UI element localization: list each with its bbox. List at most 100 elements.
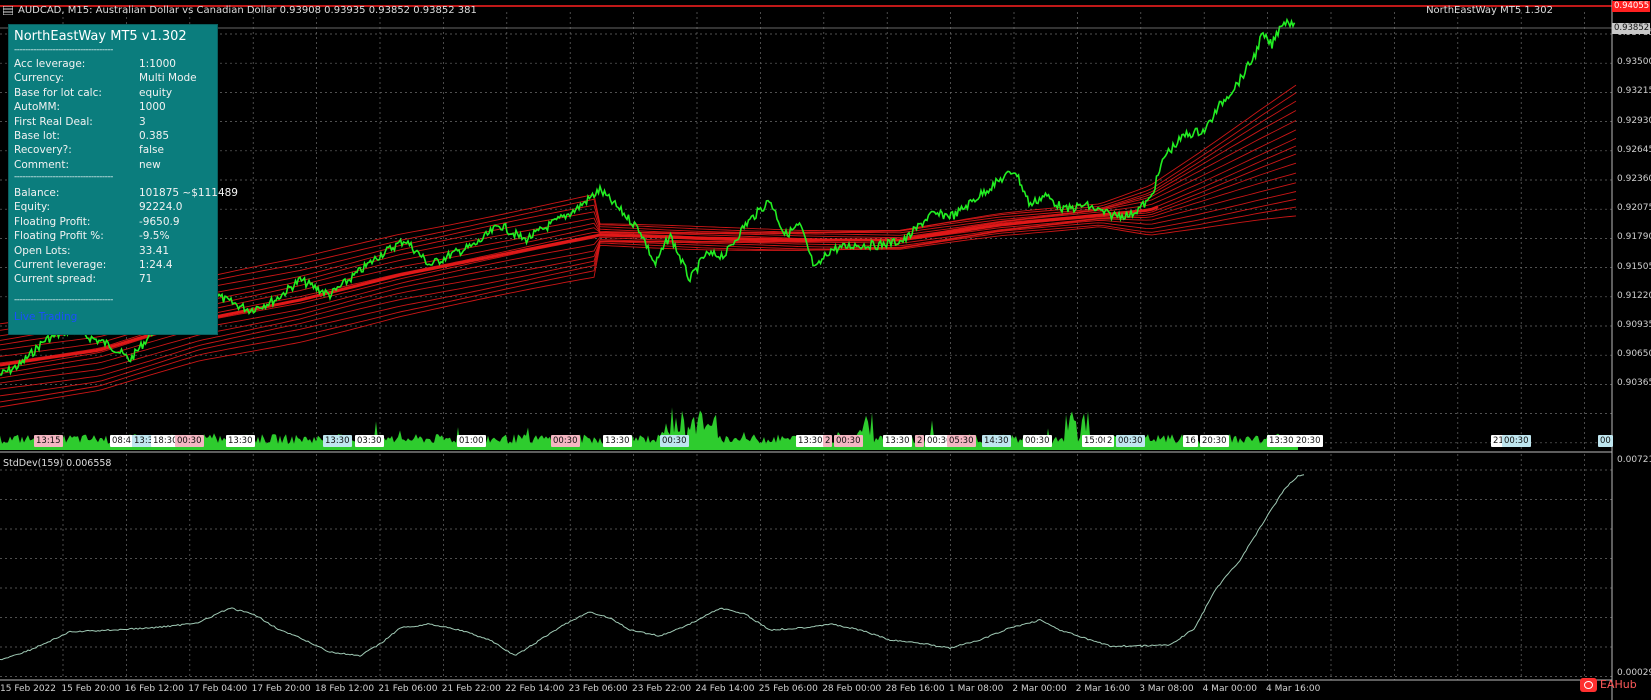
- panel-row-value: 101875 ~$111489: [139, 187, 238, 199]
- time-axis-label: 23 Feb 22:00: [632, 684, 692, 694]
- panel-row-label: Base lot:: [14, 130, 60, 142]
- panel-row-label: Equity:: [14, 201, 50, 214]
- session-tag: 13:15: [34, 435, 63, 447]
- panel-row-value: 3: [139, 115, 146, 128]
- time-axis-label: 15 Feb 2022: [0, 684, 57, 694]
- panel-row-label: Current leverage:: [14, 259, 107, 271]
- current-price-badge: 0.94055: [1612, 1, 1650, 12]
- session-tag: 20:30: [1294, 435, 1323, 447]
- time-axis-label: 28 Feb 00:00: [822, 684, 882, 694]
- indicator-min-label: 0.00029: [1617, 668, 1651, 678]
- time-axis-label: 21 Feb 22:00: [441, 684, 501, 694]
- panel-row-label: First Real Deal:: [14, 115, 93, 128]
- panel-separator: ------------------------------------: [14, 45, 113, 55]
- price-axis-label: 0.92075: [1617, 203, 1651, 214]
- session-tag: 05:30: [947, 435, 976, 447]
- indicator-label: StdDev(159) 0.006558: [3, 458, 112, 469]
- panel-row-value: 71: [139, 273, 153, 286]
- session-tag: 00: [1598, 435, 1613, 447]
- price-axis-label: 0.93215: [1617, 86, 1651, 97]
- price-axis-label: 0.90365: [1617, 378, 1651, 389]
- session-tag: 2: [823, 435, 833, 447]
- panel-row-label: Floating Profit:: [14, 215, 91, 228]
- panel-row: Floating Profit %: -9.5%: [14, 230, 214, 245]
- chart-title: AUDCAD, M15: Australian Dollar vs Canadi…: [18, 5, 477, 16]
- time-axis-label: 21 Feb 06:00: [378, 684, 438, 694]
- price-axis-label: 0.92930: [1617, 115, 1651, 126]
- session-tag: 00:30: [551, 435, 580, 447]
- price-axis-label: 0.91220: [1617, 290, 1651, 301]
- panel-row-label: Open Lots:: [14, 244, 71, 257]
- session-tag: 13:30: [226, 435, 255, 447]
- session-tag: 13:30: [603, 435, 632, 447]
- price-axis-label: 0.91790: [1617, 232, 1651, 243]
- panel-row: Base for lot calc: equity: [14, 87, 214, 102]
- time-axis-label: 4 Mar 16:00: [1266, 684, 1321, 694]
- time-axis-label: 24 Feb 14:00: [695, 684, 755, 694]
- time-axis-label: 28 Feb 16:00: [885, 684, 945, 694]
- chart-grid: [0, 12, 1612, 680]
- panel-row: Open Lots: 33.41: [14, 245, 214, 260]
- time-axis-label: 4 Mar 00:00: [1202, 684, 1257, 694]
- panel-row-label: Current spread:: [14, 273, 97, 286]
- price-axis-label: 0.90935: [1617, 320, 1651, 330]
- panel-title: NorthEastWay MT5 v1.302: [14, 29, 187, 44]
- session-tag: 03:30: [355, 435, 384, 447]
- panel-row-value: 1:24.4: [139, 259, 173, 271]
- panel-row-label: Currency:: [14, 72, 65, 85]
- price-axis-label: 0.92645: [1617, 144, 1651, 155]
- panel-row: Balance: 101875 ~$111489: [14, 187, 238, 202]
- panel-row: Current leverage: 1:24.4: [14, 259, 214, 274]
- panel-row: AutoMM: 1000: [14, 101, 214, 116]
- session-tag: 00:30: [1116, 435, 1145, 447]
- session-tag: 08:4: [110, 435, 134, 447]
- chart-canvas[interactable]: [0, 0, 1651, 700]
- panel-row-value: 33.41: [139, 244, 170, 257]
- panel-row: Floating Profit: -9650.9: [14, 216, 214, 231]
- time-axis-label: 17 Feb 20:00: [251, 684, 311, 694]
- session-tag: 00:30: [1502, 435, 1531, 447]
- panel-row-value: -9650.9: [139, 215, 180, 228]
- panel-separator: ------------------------------------: [14, 295, 113, 305]
- session-tag: 2: [915, 435, 925, 447]
- time-axis-label: 18 Feb 12:00: [315, 684, 375, 694]
- panel-separator: ------------------------------------: [14, 172, 113, 182]
- panel-row-value: 92224.0: [139, 201, 183, 214]
- stddev-indicator-line: [0, 474, 1305, 661]
- price-axis-label: 0.93500: [1617, 57, 1651, 68]
- session-tag: 13:30: [1267, 435, 1296, 447]
- time-axis-label: 16 Feb 12:00: [124, 684, 184, 694]
- session-tag: 16: [1183, 435, 1198, 447]
- price-axis-label: 0.92360: [1617, 174, 1651, 184]
- time-axis-label: 2 Mar 16:00: [1075, 684, 1131, 694]
- eahub-logo-icon: [1580, 678, 1597, 692]
- time-axis-label: 25 Feb 06:00: [758, 684, 818, 694]
- panel-row: Currency: Multi Mode: [14, 72, 214, 87]
- live-trading-status: Live Trading: [14, 311, 78, 323]
- expert-advisor-label[interactable]: NorthEastWay MT5 1.302: [1426, 5, 1553, 16]
- session-tag: 13:30: [796, 435, 825, 447]
- session-tag: 00:30: [175, 435, 204, 447]
- panel-row-value: -9.5%: [139, 230, 170, 243]
- session-tag: 00:30: [660, 435, 689, 447]
- panel-row-label: Floating Profit %:: [14, 230, 104, 243]
- panel-row-value: 0.385: [139, 130, 170, 142]
- panel-row-label: Balance:: [14, 187, 60, 199]
- panel-row-label: Acc leverage:: [14, 58, 86, 70]
- chart-menu-icon[interactable]: [3, 6, 13, 15]
- price-axis-label: 0.91505: [1617, 261, 1651, 272]
- indicator-max-label: 0.00721: [1617, 455, 1651, 465]
- panel-row-label: AutoMM:: [14, 101, 61, 114]
- time-axis-label: 17 Feb 04:00: [188, 684, 248, 694]
- ea-info-panel: NorthEastWay MT5 v1.302 ----------------…: [8, 24, 238, 335]
- panel-row: Acc leverage: 1:1000: [14, 58, 214, 73]
- session-tag: 00:30: [834, 435, 863, 447]
- panel-row-label: Comment:: [14, 158, 69, 171]
- session-tag: 13:30: [883, 435, 912, 447]
- panel-row-label: Recovery?:: [14, 144, 72, 157]
- panel-row-value: equity: [139, 86, 173, 99]
- eahub-logo-text: EAHub: [1600, 678, 1637, 691]
- time-axis-label: 1 Mar 08:00: [949, 684, 1004, 694]
- time-axis-label: 3 Mar 08:00: [1139, 684, 1194, 694]
- price-axis-label: 0.90650: [1617, 349, 1651, 360]
